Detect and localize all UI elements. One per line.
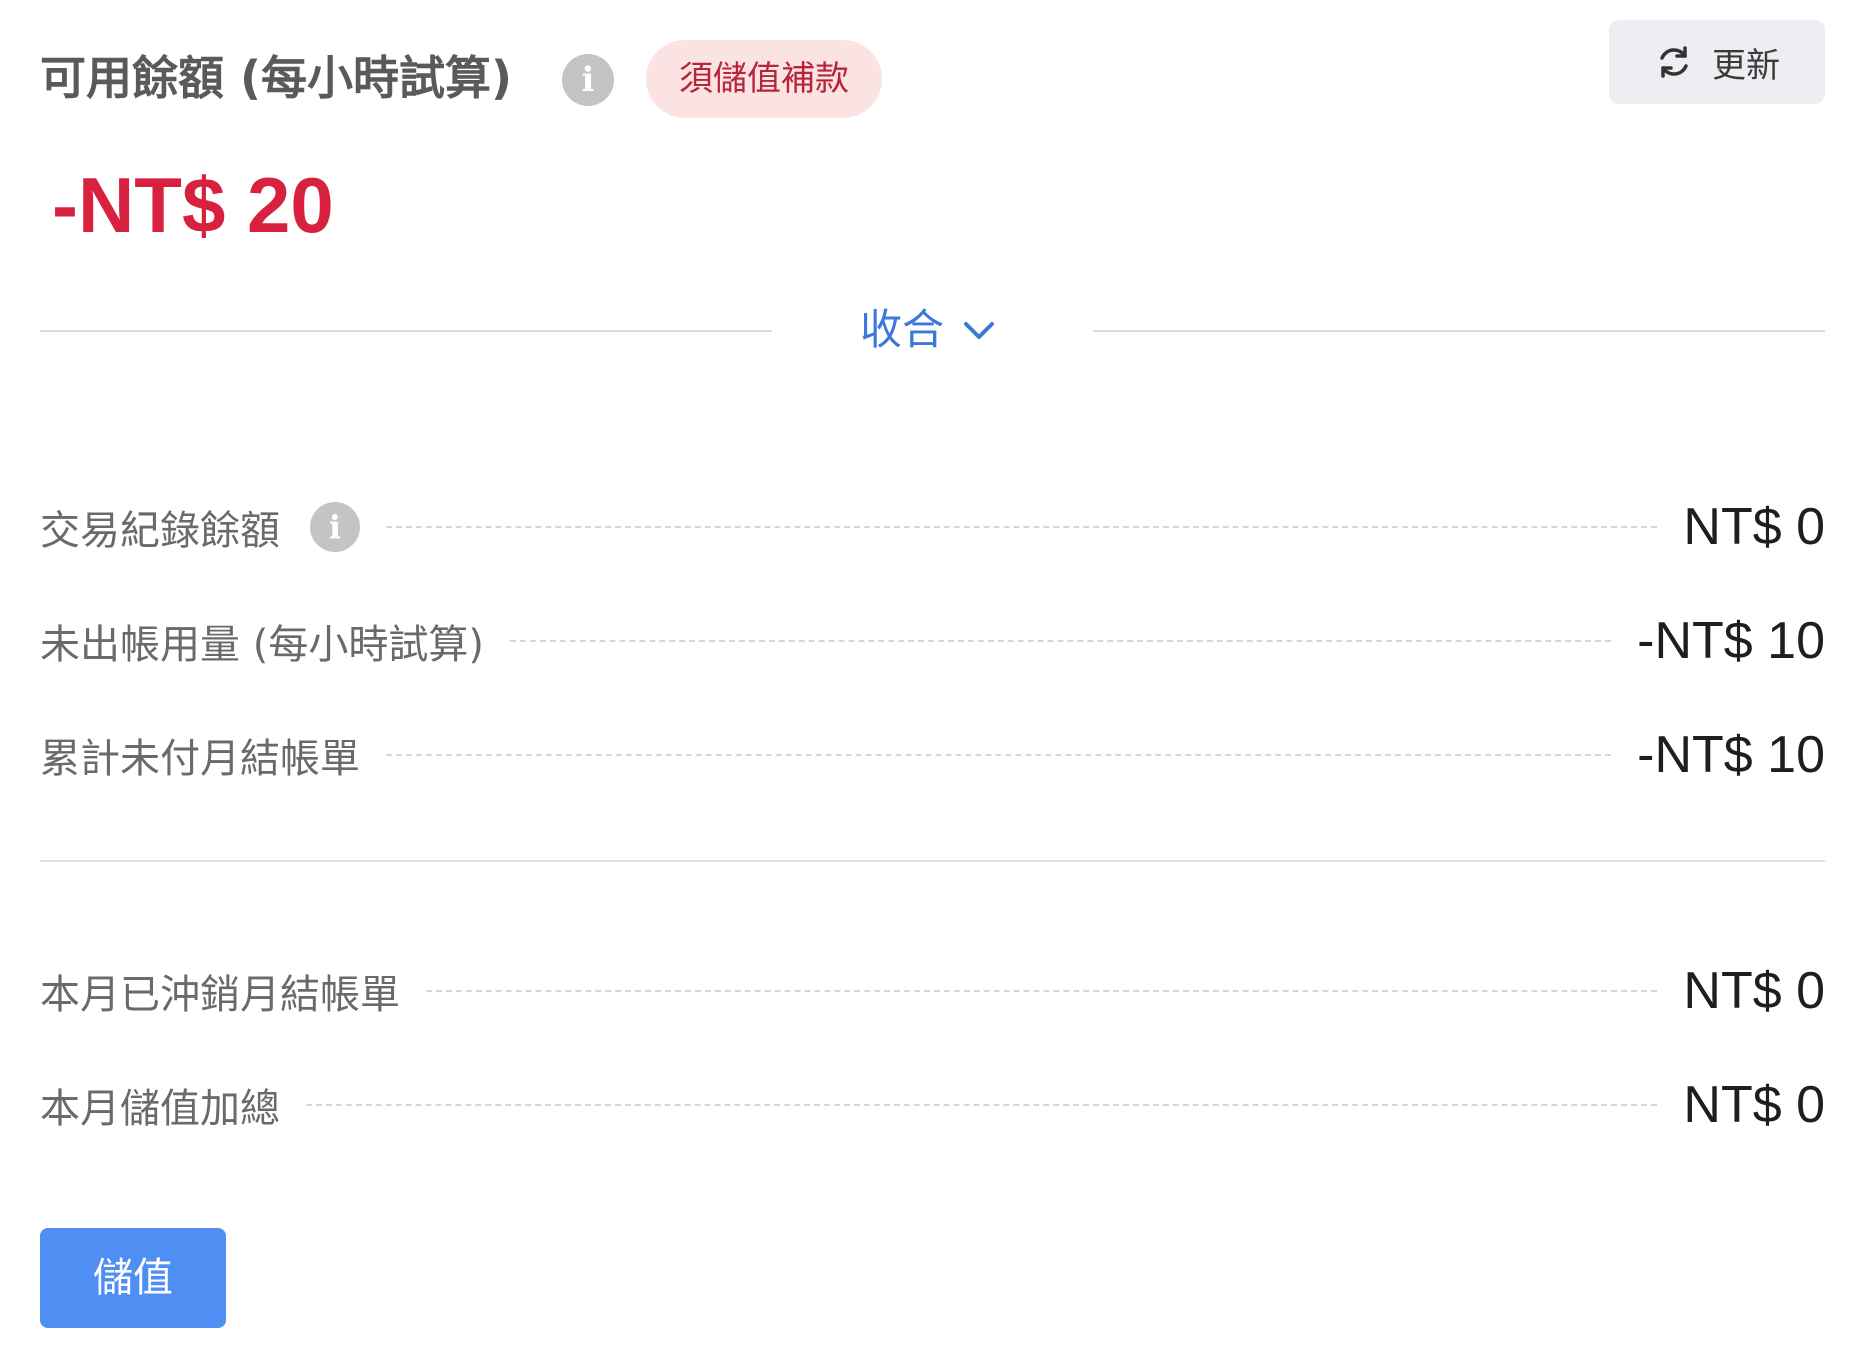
chevron-down-icon	[964, 322, 995, 339]
divider-line-right	[1093, 330, 1825, 332]
row-label: 未出帳用量 (每小時試算)	[40, 622, 484, 668]
info-icon[interactable]: i	[562, 54, 614, 106]
dotted-leader	[509, 640, 1612, 642]
divider-line-left	[40, 330, 772, 332]
refresh-button[interactable]: 更新	[1609, 20, 1825, 104]
row-value: NT$ 0	[1683, 962, 1825, 1020]
dotted-leader	[426, 990, 1658, 992]
refresh-icon	[1660, 46, 1688, 78]
collapse-toggle[interactable]: 收合	[860, 304, 996, 356]
section-divider	[40, 860, 1825, 862]
row-label: 本月儲值加總	[40, 1086, 280, 1132]
topup-button[interactable]: 儲值	[40, 1228, 226, 1328]
row-value: -NT$ 10	[1637, 726, 1825, 784]
balance-panel: 可用餘額 (每小時試算) i 須儲值補款 更新 -NT$ 20 收合 交易紀錄餘…	[40, 0, 1825, 1364]
collapse-divider: 收合	[40, 300, 1825, 360]
detail-row-unbilled-usage: 未出帳用量 (每小時試算) -NT$ 10	[40, 608, 1825, 674]
balance-header: 可用餘額 (每小時試算) i 須儲值補款 更新	[40, 20, 1825, 120]
row-label: 本月已沖銷月結帳單	[40, 972, 400, 1018]
info-icon[interactable]: i	[310, 502, 360, 552]
monthly-row-settled-bills: 本月已沖銷月結帳單 NT$ 0	[40, 958, 1825, 1024]
dotted-leader	[306, 1104, 1658, 1106]
row-value: NT$ 0	[1683, 1076, 1825, 1134]
row-value: -NT$ 10	[1637, 612, 1825, 670]
balance-title: 可用餘額 (每小時試算)	[40, 51, 513, 105]
monthly-row-topup-total: 本月儲值加總 NT$ 0	[40, 1072, 1825, 1138]
detail-row-transaction-balance: 交易紀錄餘額 i NT$ 0	[40, 494, 1825, 560]
dotted-leader	[386, 754, 1612, 756]
row-value: NT$ 0	[1683, 498, 1825, 556]
detail-row-unpaid-bills: 累計未付月結帳單 -NT$ 10	[40, 722, 1825, 788]
available-balance-amount: -NT$ 20	[52, 161, 334, 249]
refresh-button-label: 更新	[1712, 45, 1780, 86]
dotted-leader	[386, 526, 1658, 528]
row-label: 累計未付月結帳單	[40, 736, 360, 782]
status-badge: 須儲值補款	[646, 40, 882, 118]
collapse-label: 收合	[860, 305, 945, 354]
row-label: 交易紀錄餘額	[40, 508, 280, 554]
